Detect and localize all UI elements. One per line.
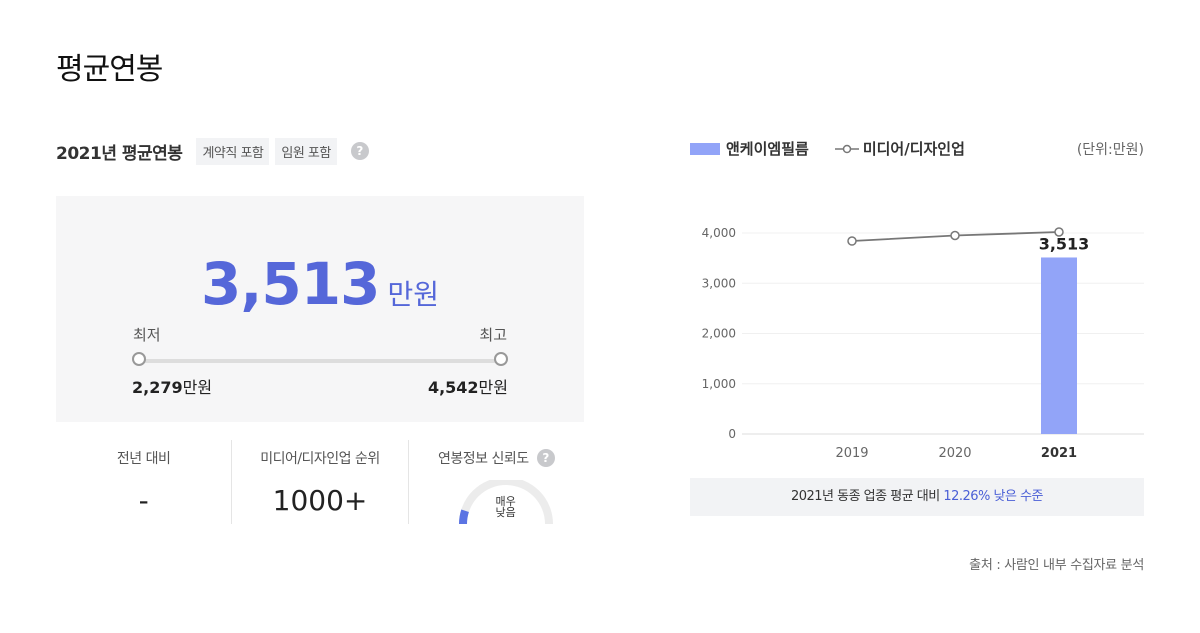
y-tick-label: 0 xyxy=(728,427,736,441)
range-min-dot xyxy=(132,352,146,366)
company-swatch xyxy=(690,142,720,155)
salary-chart: 0 1,000 2,000 3,000 4,000 2019 2020 2021 3,513 xyxy=(702,226,1144,461)
gauge-fill xyxy=(458,509,469,524)
max-label: 최고 xyxy=(479,326,507,344)
average-salary: 3,513 만원 xyxy=(56,250,584,318)
reliability-value-line2: 낮음 xyxy=(495,506,516,519)
bar-value-label: 3,513 xyxy=(1039,234,1090,253)
yoy-label: 전년 대비 xyxy=(116,451,171,467)
yoy-stat: 전년 대비 - xyxy=(56,440,231,524)
reliability-stat: 연봉정보 신뢰도 ? 매우 낮음 xyxy=(407,440,584,524)
x-tick-label: 2019 xyxy=(835,446,868,461)
year-title: 2021년 평균연봉 xyxy=(56,143,183,164)
salary-summary-box: 3,513 만원 최저 최고 2,279만원 4,542만원 xyxy=(56,196,584,422)
min-salary-unit: 만원 xyxy=(182,378,213,397)
comparison-box: 2021년 동종 업종 평균 대비 12.26% 낮은 수준 xyxy=(690,478,1144,516)
y-tick-label: 4,000 xyxy=(702,226,736,240)
rank-value: 1000+ xyxy=(272,484,368,517)
min-label: 최저 xyxy=(133,326,161,344)
reliability-value: 매우 낮음 xyxy=(491,496,521,518)
line-marker-icon xyxy=(834,144,859,153)
max-salary-unit: 만원 xyxy=(478,378,508,397)
rank-label: 미디어/디자인업 순위 xyxy=(260,451,380,467)
legend-industry: 미디어/디자인업 xyxy=(862,140,965,158)
x-tick-label: 2021 xyxy=(1041,446,1077,461)
min-salary: 2,279만원 xyxy=(132,374,212,398)
executive-included-chip: 임원 포함 xyxy=(275,137,337,165)
bar xyxy=(1041,257,1077,434)
salary-range-track xyxy=(138,359,502,363)
y-tick-label: 2,000 xyxy=(702,327,736,341)
reliability-label: 연봉정보 신뢰도 xyxy=(438,451,529,467)
y-tick-label: 1,000 xyxy=(702,377,736,391)
rank-stat: 미디어/디자인업 순위 1000+ xyxy=(231,440,407,524)
chart-legend: 앤케이엠필름 미디어/디자인업 (단위:만원) xyxy=(690,138,1144,159)
reliability-help-icon[interactable]: ? xyxy=(536,449,555,467)
y-tick-label: 3,000 xyxy=(702,276,736,290)
stats-row: 전년 대비 - 미디어/디자인업 순위 1000+ 연봉정보 신뢰도 ? 매우 … xyxy=(56,440,584,524)
industry-point xyxy=(1054,227,1064,237)
comparison-prefix: 2021년 동종 업종 평균 대비 xyxy=(790,489,944,504)
min-salary-value: 2,279 xyxy=(132,378,183,397)
max-salary: 4,542만원 xyxy=(428,374,508,398)
unit-label: (단위:만원) xyxy=(1076,141,1144,158)
legend-company: 앤케이엠필름 xyxy=(726,140,809,158)
source-note: 출처 : 사람인 내부 수집자료 분석 xyxy=(969,558,1144,573)
industry-point xyxy=(847,236,857,246)
range-max-dot xyxy=(494,352,508,366)
yoy-value: - xyxy=(138,484,149,517)
page-title: 평균연봉 xyxy=(56,52,163,87)
max-salary-value: 4,542 xyxy=(427,378,479,397)
contract-included-chip: 계약직 포함 xyxy=(196,137,270,165)
x-tick-label: 2020 xyxy=(938,446,971,461)
average-salary-value: 3,513 xyxy=(201,250,380,318)
summary-header: 2021년 평균연봉 계약직 포함 임원 포함 ? xyxy=(56,137,369,165)
average-salary-unit: 만원 xyxy=(387,278,439,311)
comparison-highlight: 12.26% 낮은 수준 xyxy=(943,489,1044,504)
industry-point xyxy=(950,230,960,241)
question-circle-icon[interactable]: ? xyxy=(350,142,369,160)
